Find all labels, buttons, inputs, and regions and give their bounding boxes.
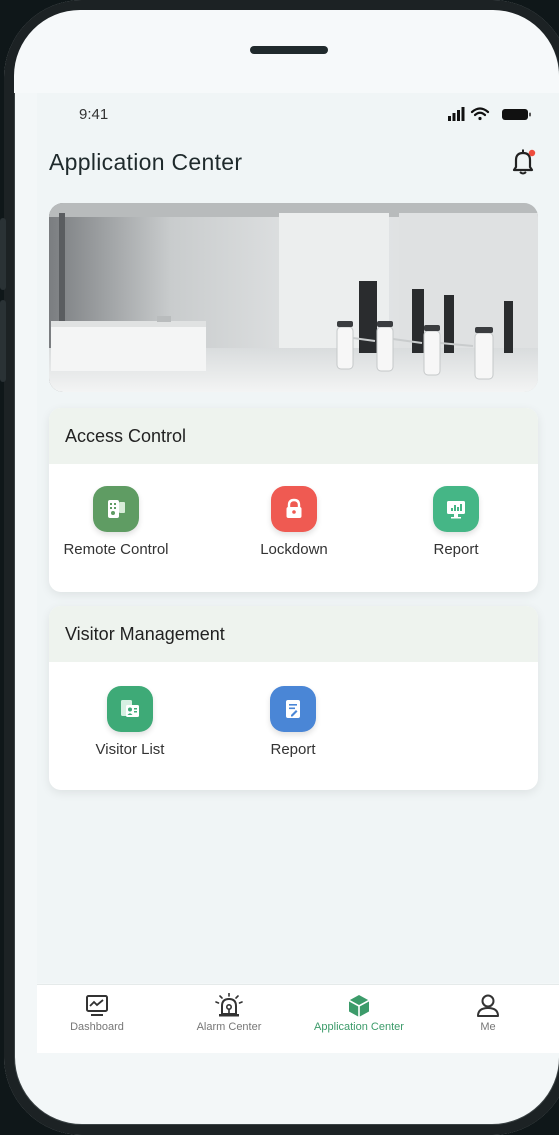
office-lobby-photo <box>49 203 538 392</box>
signal-icon <box>448 107 465 121</box>
alarm-siren-icon <box>215 993 243 1017</box>
page-title: Application Center <box>49 149 243 175</box>
lock-icon <box>271 486 317 532</box>
visitor-list-app[interactable]: Visitor List <box>65 686 195 758</box>
section-title: Visitor Management <box>49 606 538 662</box>
bell-icon[interactable] <box>509 148 537 178</box>
status-icons <box>448 107 531 121</box>
lockdown-app[interactable]: Lockdown <box>229 486 359 558</box>
status-time: 9:41 <box>79 106 109 123</box>
document-edit-icon <box>270 686 316 732</box>
cube-icon <box>348 995 370 1017</box>
battery-icon <box>502 109 531 120</box>
bottom-nav: Dashboard Alarm Center Application Cente… <box>37 984 559 1053</box>
nav-label: Application Center <box>314 1021 404 1033</box>
nav-application-center[interactable]: Application Center <box>294 993 424 1033</box>
volume-up-button <box>0 218 6 290</box>
visitor-card-icon <box>107 686 153 732</box>
nav-label: Dashboard <box>70 1021 124 1033</box>
volume-down-button <box>0 300 6 382</box>
app-label: Visitor List <box>95 741 165 758</box>
remote-control-icon <box>93 486 139 532</box>
nav-label: Alarm Center <box>196 1021 262 1033</box>
nav-me[interactable]: Me <box>423 993 553 1033</box>
user-icon <box>477 994 499 1017</box>
speaker-grille <box>250 46 328 54</box>
access-control-card: Access Control Remote Control Lockdown R… <box>49 408 538 592</box>
monitor-chart-icon <box>433 486 479 532</box>
visitor-management-card: Visitor Management Visitor List Report <box>49 606 538 790</box>
visitor-report-app[interactable]: Report <box>228 686 358 758</box>
nav-alarm-center[interactable]: Alarm Center <box>164 993 294 1033</box>
app-label: Report <box>270 741 316 758</box>
wifi-icon <box>470 107 490 121</box>
section-title: Access Control <box>49 408 538 464</box>
banner-image <box>49 203 538 392</box>
app-label: Report <box>433 541 479 558</box>
app-label: Lockdown <box>260 541 328 558</box>
app-label: Remote Control <box>63 541 169 558</box>
remote-control-app[interactable]: Remote Control <box>51 486 181 558</box>
dashboard-monitor-icon <box>86 995 108 1016</box>
nav-dashboard[interactable]: Dashboard <box>32 993 162 1033</box>
access-report-app[interactable]: Report <box>391 486 521 558</box>
nav-label: Me <box>480 1021 496 1033</box>
